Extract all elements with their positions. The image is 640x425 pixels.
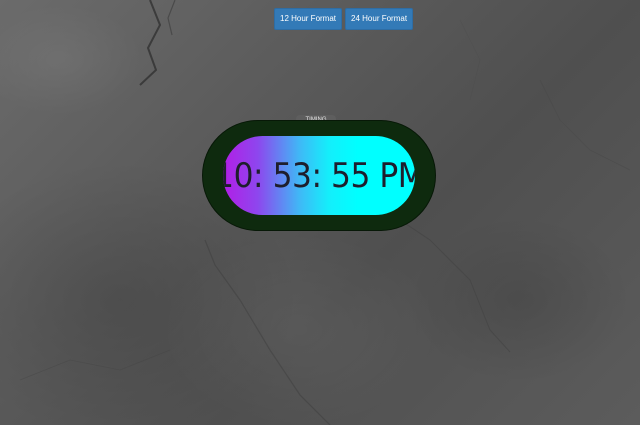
clock-frame: 10: 53: 55 PM <box>203 121 435 230</box>
format-toolbar: 12 Hour Format 24 Hour Format <box>274 8 414 30</box>
clock-display: 10: 53: 55 PM <box>223 136 415 215</box>
12-hour-format-button[interactable]: 12 Hour Format <box>274 8 343 30</box>
24-hour-format-button[interactable]: 24 Hour Format <box>345 8 414 30</box>
clock-time-text: 10: 53: 55 PM <box>223 155 415 196</box>
